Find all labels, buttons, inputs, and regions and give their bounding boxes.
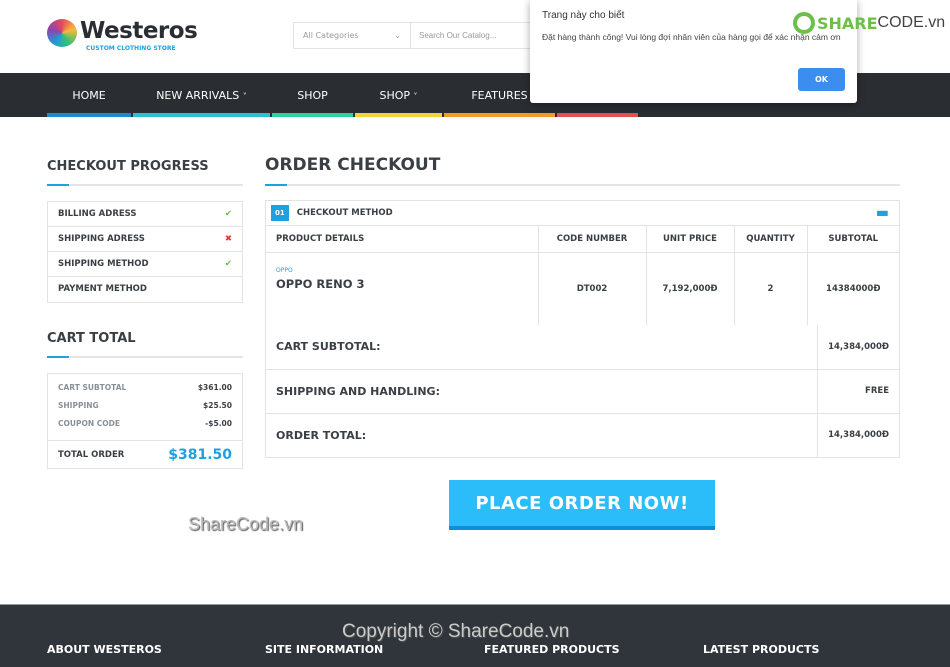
progress-step[interactable]: SHIPPING ADRESS ✖	[48, 227, 242, 252]
brand-tagline: CUSTOM CLOTHING STORE	[86, 45, 176, 52]
progress-step[interactable]: PAYMENT METHOD	[48, 277, 242, 302]
divider	[47, 356, 243, 358]
search-bar: All Categories ⌄ Search Our Catalog...	[293, 22, 543, 49]
copyright-watermark: Copyright © ShareCode.vn	[342, 621, 570, 642]
nav-label: FEATURES	[471, 89, 528, 102]
search-input[interactable]: Search Our Catalog...	[411, 23, 504, 48]
cart-row: SHIPPING $25.50	[58, 400, 232, 410]
subtotal: 14384000Đ	[806, 251, 900, 326]
step-label: BILLING ADRESS	[58, 209, 137, 219]
code-number: DT002	[537, 251, 647, 326]
unit-price: 7,192,000Đ	[645, 251, 735, 326]
total-value: $381.50	[168, 447, 232, 463]
sharecode-logo-icon	[793, 12, 815, 34]
cross-icon: ✖	[224, 234, 232, 244]
footer-heading: FEATURED PRODUCTS	[484, 643, 620, 656]
product-brand[interactable]: OPPO	[276, 267, 538, 274]
progress-step[interactable]: SHIPPING METHOD ✔	[48, 252, 242, 277]
footer-heading: SITE INFORMATION	[265, 643, 384, 656]
check-icon: ✔	[224, 259, 232, 269]
order-table: PRODUCT DETAILS CODE NUMBER UNIT PRICE Q…	[265, 225, 900, 326]
summary-table: CART SUBTOTAL: 14,384,000Đ SHIPPING AND H…	[265, 324, 900, 458]
product-name[interactable]: OPPO RENO 3	[276, 277, 538, 291]
summary-row: SHIPPING AND HANDLING: FREE	[265, 368, 900, 414]
checkout-panel: 01 CHECKOUT METHOD ▬ PRODUCT DETAILS COD…	[265, 200, 900, 458]
nav-shop[interactable]: SHOP	[272, 73, 353, 117]
place-order-button[interactable]: PLACE ORDER NOW!	[449, 480, 715, 530]
divider	[47, 184, 243, 186]
step-label: PAYMENT METHOD	[58, 284, 147, 294]
category-select[interactable]: All Categories ⌄	[294, 23, 411, 48]
check-icon: ✔	[224, 209, 232, 219]
checkout-progress-list: BILLING ADRESS ✔ SHIPPING ADRESS ✖ SHIPPIN…	[47, 201, 243, 303]
sharecode-logo: SHARE CODE.vn	[793, 12, 945, 34]
checkout-progress-title: CHECKOUT PROGRESS	[47, 159, 209, 174]
collapse-icon[interactable]: ▬	[876, 205, 894, 221]
nav-label: HOME	[72, 89, 106, 102]
page-title: ORDER CHECKOUT	[265, 155, 441, 175]
cart-total-title: CART TOTAL	[47, 331, 136, 346]
watermark-text: ShareCode.vn	[188, 514, 304, 534]
chevron-down-icon: ˅	[242, 92, 247, 101]
chevron-down-icon: ˅	[413, 92, 418, 101]
cart-row: CART SUBTOTAL $361.00	[58, 382, 232, 392]
step-badge: 01	[271, 205, 289, 221]
summary-row: ORDER TOTAL: 14,384,000Đ	[265, 412, 900, 458]
nav-home[interactable]: HOME	[47, 73, 131, 117]
chevron-down-icon: ⌄	[394, 31, 401, 40]
step-label: SHIPPING METHOD	[58, 259, 149, 269]
cart-total-row: TOTAL ORDER $381.50	[48, 440, 242, 469]
brand-name[interactable]: Westeros	[80, 18, 198, 44]
footer-heading: LATEST PRODUCTS	[703, 643, 820, 656]
logo-icon[interactable]	[47, 19, 77, 47]
progress-step[interactable]: BILLING ADRESS ✔	[48, 202, 242, 227]
dialog-title: Trang này cho biết	[542, 10, 625, 21]
table-row: OPPO OPPO RENO 3 DT002 7,192,000Đ 2 14384…	[265, 251, 900, 326]
checkout-method-header[interactable]: 01 CHECKOUT METHOD ▬	[266, 201, 899, 226]
cart-row: COUPON CODE -$5.00	[58, 418, 232, 428]
table-header: PRODUCT DETAILS CODE NUMBER UNIT PRICE Q…	[265, 225, 900, 253]
nav-label: SHOP	[297, 89, 328, 102]
nav-label: SHOP	[379, 89, 411, 102]
nav-shop-dropdown[interactable]: SHOP ˅	[355, 73, 442, 117]
category-value: All Categories	[303, 31, 359, 40]
footer: ABOUT WESTEROS SITE INFORMATION FEATURED…	[0, 604, 950, 667]
nav-new-arrivals[interactable]: NEW ARRIVALS ˅	[133, 73, 270, 117]
dialog-ok-button[interactable]: OK	[798, 68, 845, 91]
nav-label: NEW ARRIVALS	[156, 89, 240, 102]
footer-heading: ABOUT WESTEROS	[47, 643, 162, 656]
step-label: SHIPPING ADRESS	[58, 234, 145, 244]
summary-row: CART SUBTOTAL: 14,384,000Đ	[265, 324, 900, 370]
cart-total-box: CART SUBTOTAL $361.00 SHIPPING $25.50 COUP…	[47, 373, 243, 469]
step-label: CHECKOUT METHOD	[296, 208, 393, 218]
quantity: 2	[733, 251, 808, 326]
divider	[265, 184, 900, 186]
